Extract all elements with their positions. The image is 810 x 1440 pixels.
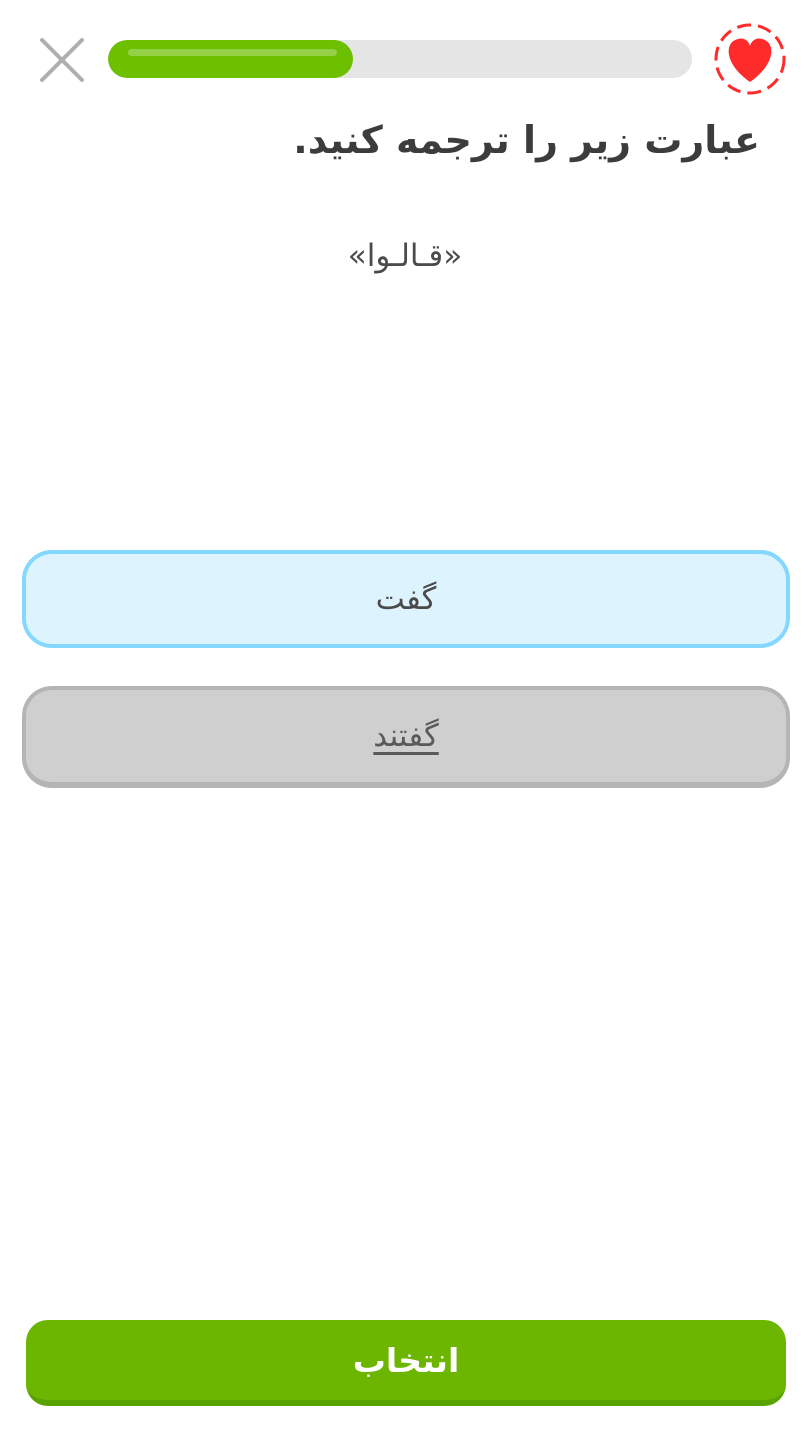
progress-bar	[108, 40, 692, 78]
submit-button[interactable]: انتخاب	[26, 1320, 786, 1406]
close-icon	[40, 38, 84, 82]
close-button[interactable]	[36, 34, 88, 86]
progress-fill	[108, 40, 354, 78]
hearts-indicator[interactable]	[710, 20, 790, 98]
choice-label: گفت	[375, 581, 437, 617]
choice-option-1[interactable]: گفت	[22, 550, 790, 648]
progress-shine	[128, 49, 338, 56]
choice-label: گفتند	[373, 718, 439, 754]
exercise-prompt: عبارت زیر را ترجمه کنید.	[293, 118, 760, 162]
source-phrase: «قـالـوا»	[347, 238, 463, 274]
submit-label: انتخاب	[352, 1340, 460, 1380]
choice-option-2[interactable]: گفتند	[22, 686, 790, 788]
heart-icon	[714, 23, 786, 95]
